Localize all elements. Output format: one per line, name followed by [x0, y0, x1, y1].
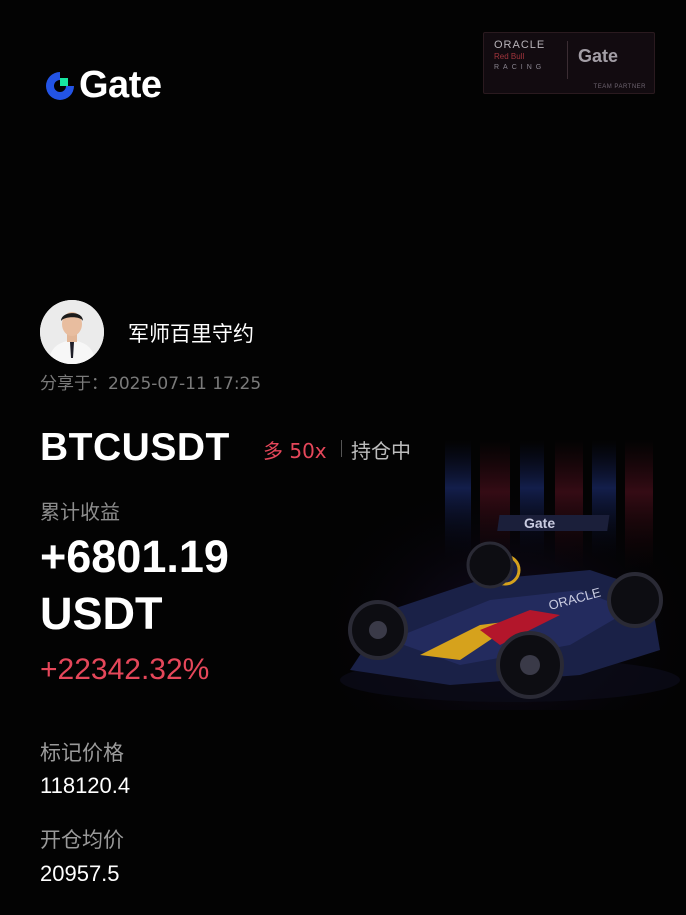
entry-price-label: 开仓均价 — [40, 828, 124, 852]
partner-oracle: ORACLE — [494, 39, 546, 51]
partner-divider — [567, 41, 568, 79]
pnl-value: +6801.19 — [40, 531, 229, 582]
position-side-leverage: 多 50x — [263, 439, 327, 463]
pnl-unit: USDT — [40, 588, 163, 639]
avatar — [40, 300, 104, 364]
username: 军师百里守约 — [128, 322, 254, 346]
partner-redbull: Red Bull — [494, 52, 525, 61]
partner-badge: ORACLE Red Bull RACING Gate TEAM PARTNER — [483, 32, 655, 94]
mark-price-value: 118120.4 — [40, 773, 131, 798]
race-car-illustration: Gate ORACLE — [330, 440, 686, 710]
gate-logo: Gate — [43, 64, 162, 107]
divider — [341, 440, 342, 457]
partner-label: TEAM PARTNER — [593, 84, 646, 90]
shared-timestamp: 分享于：2025-07-11 17:25 — [40, 374, 262, 394]
entry-price-value: 20957.5 — [40, 861, 120, 886]
partner-gate: Gate — [578, 46, 619, 66]
pnl-percent: +22342.32% — [40, 653, 210, 686]
svg-text:Gate: Gate — [524, 515, 555, 531]
position-status: 持仓中 — [351, 439, 411, 463]
pnl-label: 累计收益 — [40, 500, 120, 524]
gate-logo-icon — [43, 69, 77, 103]
partner-racing: RACING — [494, 64, 546, 71]
brand-name: Gate — [79, 64, 162, 106]
trading-pair: BTCUSDT — [40, 426, 230, 469]
mark-price-label: 标记价格 — [40, 741, 124, 765]
